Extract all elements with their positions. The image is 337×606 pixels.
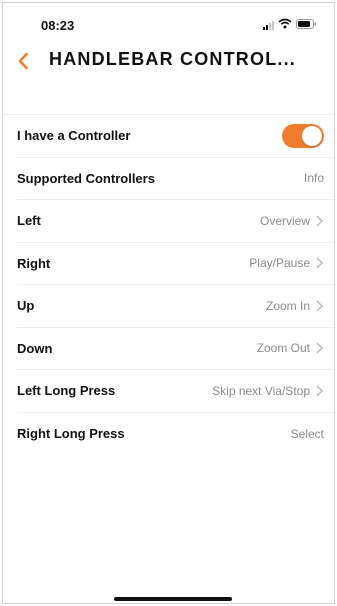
- controller-toggle[interactable]: [282, 123, 324, 148]
- row-value: Zoom Out: [256, 341, 310, 356]
- row-label: Up: [17, 298, 35, 314]
- row-left[interactable]: Left Overview: [17, 200, 334, 243]
- battery-icon: [296, 16, 316, 34]
- row-right-long-press[interactable]: Right Long Press Select: [17, 413, 334, 456]
- row-label: Supported Controllers: [17, 170, 155, 186]
- row-supported-controllers[interactable]: Supported Controllers Info: [17, 158, 334, 200]
- navigation-header: HANDLEBAR CONTROL...: [3, 41, 334, 81]
- info-link[interactable]: Info: [304, 171, 324, 185]
- chevron-right-icon: [314, 215, 324, 227]
- row-value: Zoom In: [265, 298, 310, 313]
- row-label: Left: [17, 213, 41, 229]
- toggle-knob: [302, 125, 322, 146]
- row-label: Left Long Press: [17, 383, 116, 399]
- status-icons: [263, 18, 316, 32]
- chevron-right-icon: [314, 342, 324, 354]
- row-left-long-press[interactable]: Left Long Press Skip next Via/Stop: [17, 370, 334, 413]
- row-label: Down: [17, 340, 53, 356]
- row-label: Right: [17, 255, 51, 271]
- status-time: 08:23: [41, 18, 75, 33]
- chevron-right-icon: [314, 385, 324, 397]
- row-label: I have a Controller: [17, 128, 131, 144]
- chevron-right-icon: [314, 257, 324, 269]
- row-value: Play/Pause: [249, 256, 310, 271]
- phone-screen: 08:23 HANDLEBAR CONTROL... I have a Cont…: [2, 2, 335, 604]
- row-value: Overview: [259, 213, 310, 228]
- signal-icon: [263, 20, 274, 30]
- row-value: Skip next Via/Stop: [212, 383, 310, 398]
- row-value: Select: [290, 426, 324, 441]
- wifi-icon: [278, 16, 292, 34]
- row-label: Right Long Press: [17, 426, 125, 442]
- chevron-left-icon[interactable]: [11, 47, 35, 75]
- home-indicator[interactable]: [114, 597, 232, 601]
- page-title: HANDLEBAR CONTROL...: [49, 49, 296, 69]
- row-down[interactable]: Down Zoom Out: [17, 328, 334, 370]
- row-right[interactable]: Right Play/Pause: [17, 243, 334, 285]
- status-bar: 08:23: [3, 3, 334, 37]
- chevron-right-icon: [314, 300, 324, 312]
- row-up[interactable]: Up Zoom In: [17, 285, 334, 328]
- row-i-have-a-controller: I have a Controller: [17, 115, 334, 158]
- settings-list: I have a Controller Supported Controller…: [3, 114, 334, 455]
